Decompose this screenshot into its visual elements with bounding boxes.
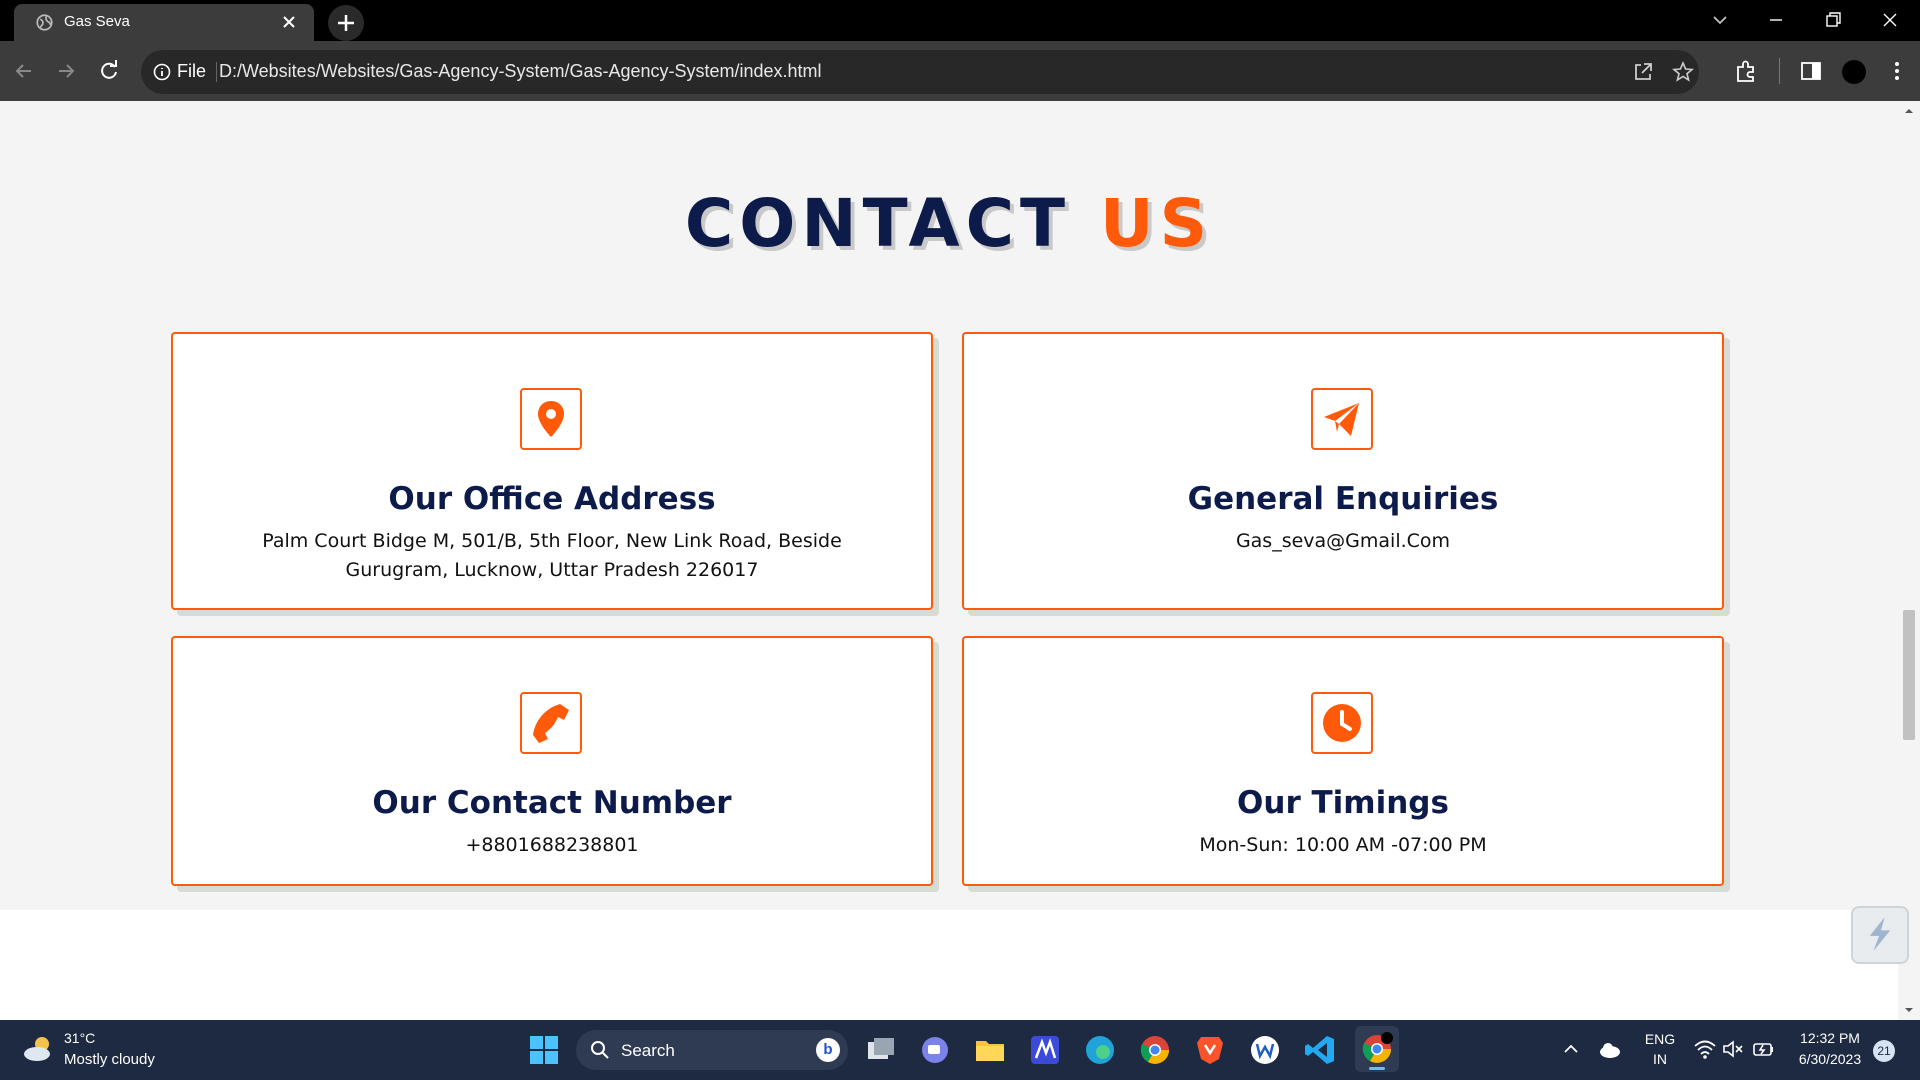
brave-browser-icon[interactable] (1193, 1033, 1227, 1067)
paper-plane-icon (1324, 403, 1359, 436)
heading-main: CONTACT (684, 185, 1072, 262)
toolbar-divider (1779, 58, 1780, 84)
taskbar-search-box[interactable]: Search b (576, 1030, 848, 1070)
clock-icon (1323, 704, 1361, 742)
scrollbar-thumb[interactable] (1903, 610, 1915, 740)
new-tab-button[interactable] (328, 5, 364, 41)
wifi-icon[interactable] (1693, 1038, 1717, 1060)
chrome-active-app[interactable] (1355, 1026, 1399, 1072)
volume-muted-icon[interactable] (1721, 1038, 1745, 1060)
browser-toolbar: File D:/Websites/Websites/Gas-Agency-Sys… (0, 41, 1920, 101)
contact-card-address: Our Office Address Palm Court Bidge M, 5… (171, 332, 933, 610)
url-text[interactable]: D:/Websites/Websites/Gas-Agency-System/G… (219, 61, 822, 82)
page-footer-area (0, 910, 1898, 1020)
reload-icon[interactable] (97, 59, 121, 83)
windows-taskbar: 31°C Mostly cloudy Search b ENG IN 12:32… (0, 1020, 1920, 1080)
search-icon (591, 1041, 609, 1059)
onedrive-cloud-icon[interactable] (1597, 1036, 1623, 1062)
language-top[interactable]: ENG (1640, 1031, 1680, 1047)
browser-tab-bar: Gas Seva (0, 0, 1920, 41)
chrome-profile-icon (1362, 1032, 1393, 1063)
phone-icon (533, 704, 569, 743)
show-hidden-icons-chevron-icon[interactable] (1560, 1038, 1582, 1060)
side-panel-icon[interactable] (1798, 58, 1824, 84)
plus-icon (338, 15, 354, 31)
bookmark-star-icon[interactable] (1672, 61, 1694, 83)
teams-chat-icon[interactable] (918, 1033, 952, 1067)
contact-card-enquiries: General Enquiries Gas_seva@Gmail.Com (962, 332, 1724, 610)
card-text[interactable]: Gas_seva@Gmail.Com (1004, 527, 1682, 556)
file-explorer-icon[interactable] (973, 1033, 1007, 1067)
lightning-icon (1869, 917, 1891, 951)
search-label: Search (621, 1041, 675, 1060)
clock-date[interactable]: 6/30/2023 (1790, 1051, 1870, 1067)
card-title: Our Timings (1237, 785, 1449, 821)
globe-icon (36, 14, 53, 31)
share-icon[interactable] (1632, 61, 1654, 83)
weather-temperature[interactable]: 31°C (64, 1030, 95, 1046)
timings-icon-box (1311, 692, 1373, 754)
active-indicator (1369, 1067, 1385, 1070)
notification-badge[interactable]: 21 (1873, 1040, 1895, 1062)
close-window-icon[interactable] (1880, 10, 1900, 30)
app-m-icon[interactable] (1028, 1033, 1062, 1067)
section-heading: CONTACT US (0, 185, 1898, 262)
card-text: Mon-Sun: 10:00 AM -07:00 PM (1199, 834, 1487, 856)
profile-avatar[interactable] (1842, 60, 1866, 84)
edge-browser-icon[interactable] (1083, 1033, 1117, 1067)
address-icon-box (520, 388, 582, 450)
vscode-icon[interactable] (1303, 1033, 1337, 1067)
extensions-icon[interactable] (1733, 58, 1759, 84)
card-text[interactable]: +8801688238801 (213, 831, 891, 860)
card-title: General Enquiries (1187, 481, 1499, 517)
battery-charging-icon[interactable] (1751, 1038, 1775, 1060)
forward-icon[interactable] (54, 59, 78, 83)
enquiries-icon-box (1311, 388, 1373, 450)
divider (216, 62, 217, 82)
back-icon[interactable] (12, 59, 36, 83)
contact-card-timings: Our Timings Mon-Sun: 10:00 AM -07:00 PM (962, 636, 1724, 886)
windows-start-icon[interactable] (528, 1034, 560, 1066)
info-icon[interactable] (153, 63, 171, 81)
tab-search-icon[interactable] (1710, 10, 1730, 30)
card-text: Palm Court Bidge M, 501/B, 5th Floor, Ne… (262, 530, 842, 581)
floating-widget-button[interactable] (1851, 906, 1909, 964)
tab-title: Gas Seva (64, 13, 130, 30)
word-app-icon[interactable] (1248, 1033, 1282, 1067)
weather-cloudy-icon[interactable] (22, 1034, 56, 1064)
vertical-scrollbar[interactable] (1898, 101, 1920, 1020)
contact-card-phone: Our Contact Number +8801688238801 (171, 636, 933, 886)
browser-tab[interactable]: Gas Seva (14, 4, 314, 41)
scroll-up-icon[interactable] (1904, 106, 1914, 116)
file-scheme-label: File (177, 61, 207, 81)
minimize-icon[interactable] (1766, 10, 1786, 30)
card-title: Our Office Address (388, 481, 716, 517)
more-menu-icon[interactable] (1884, 58, 1910, 84)
task-view-icon[interactable] (864, 1033, 898, 1067)
card-title: Our Contact Number (372, 785, 732, 821)
chrome-icon[interactable] (1138, 1033, 1172, 1067)
clock-time[interactable]: 12:32 PM (1790, 1030, 1870, 1046)
language-bottom[interactable]: IN (1640, 1051, 1680, 1067)
bing-icon[interactable]: b (816, 1038, 840, 1062)
restore-icon[interactable] (1823, 10, 1843, 30)
phone-icon-box (520, 692, 582, 754)
weather-condition[interactable]: Mostly cloudy (64, 1051, 155, 1068)
close-tab-icon[interactable] (279, 12, 299, 32)
map-pin-icon (538, 401, 564, 437)
heading-accent: US (1100, 185, 1214, 262)
address-bar[interactable]: File D:/Websites/Websites/Gas-Agency-Sys… (141, 50, 1699, 94)
scroll-down-icon[interactable] (1904, 1005, 1914, 1015)
